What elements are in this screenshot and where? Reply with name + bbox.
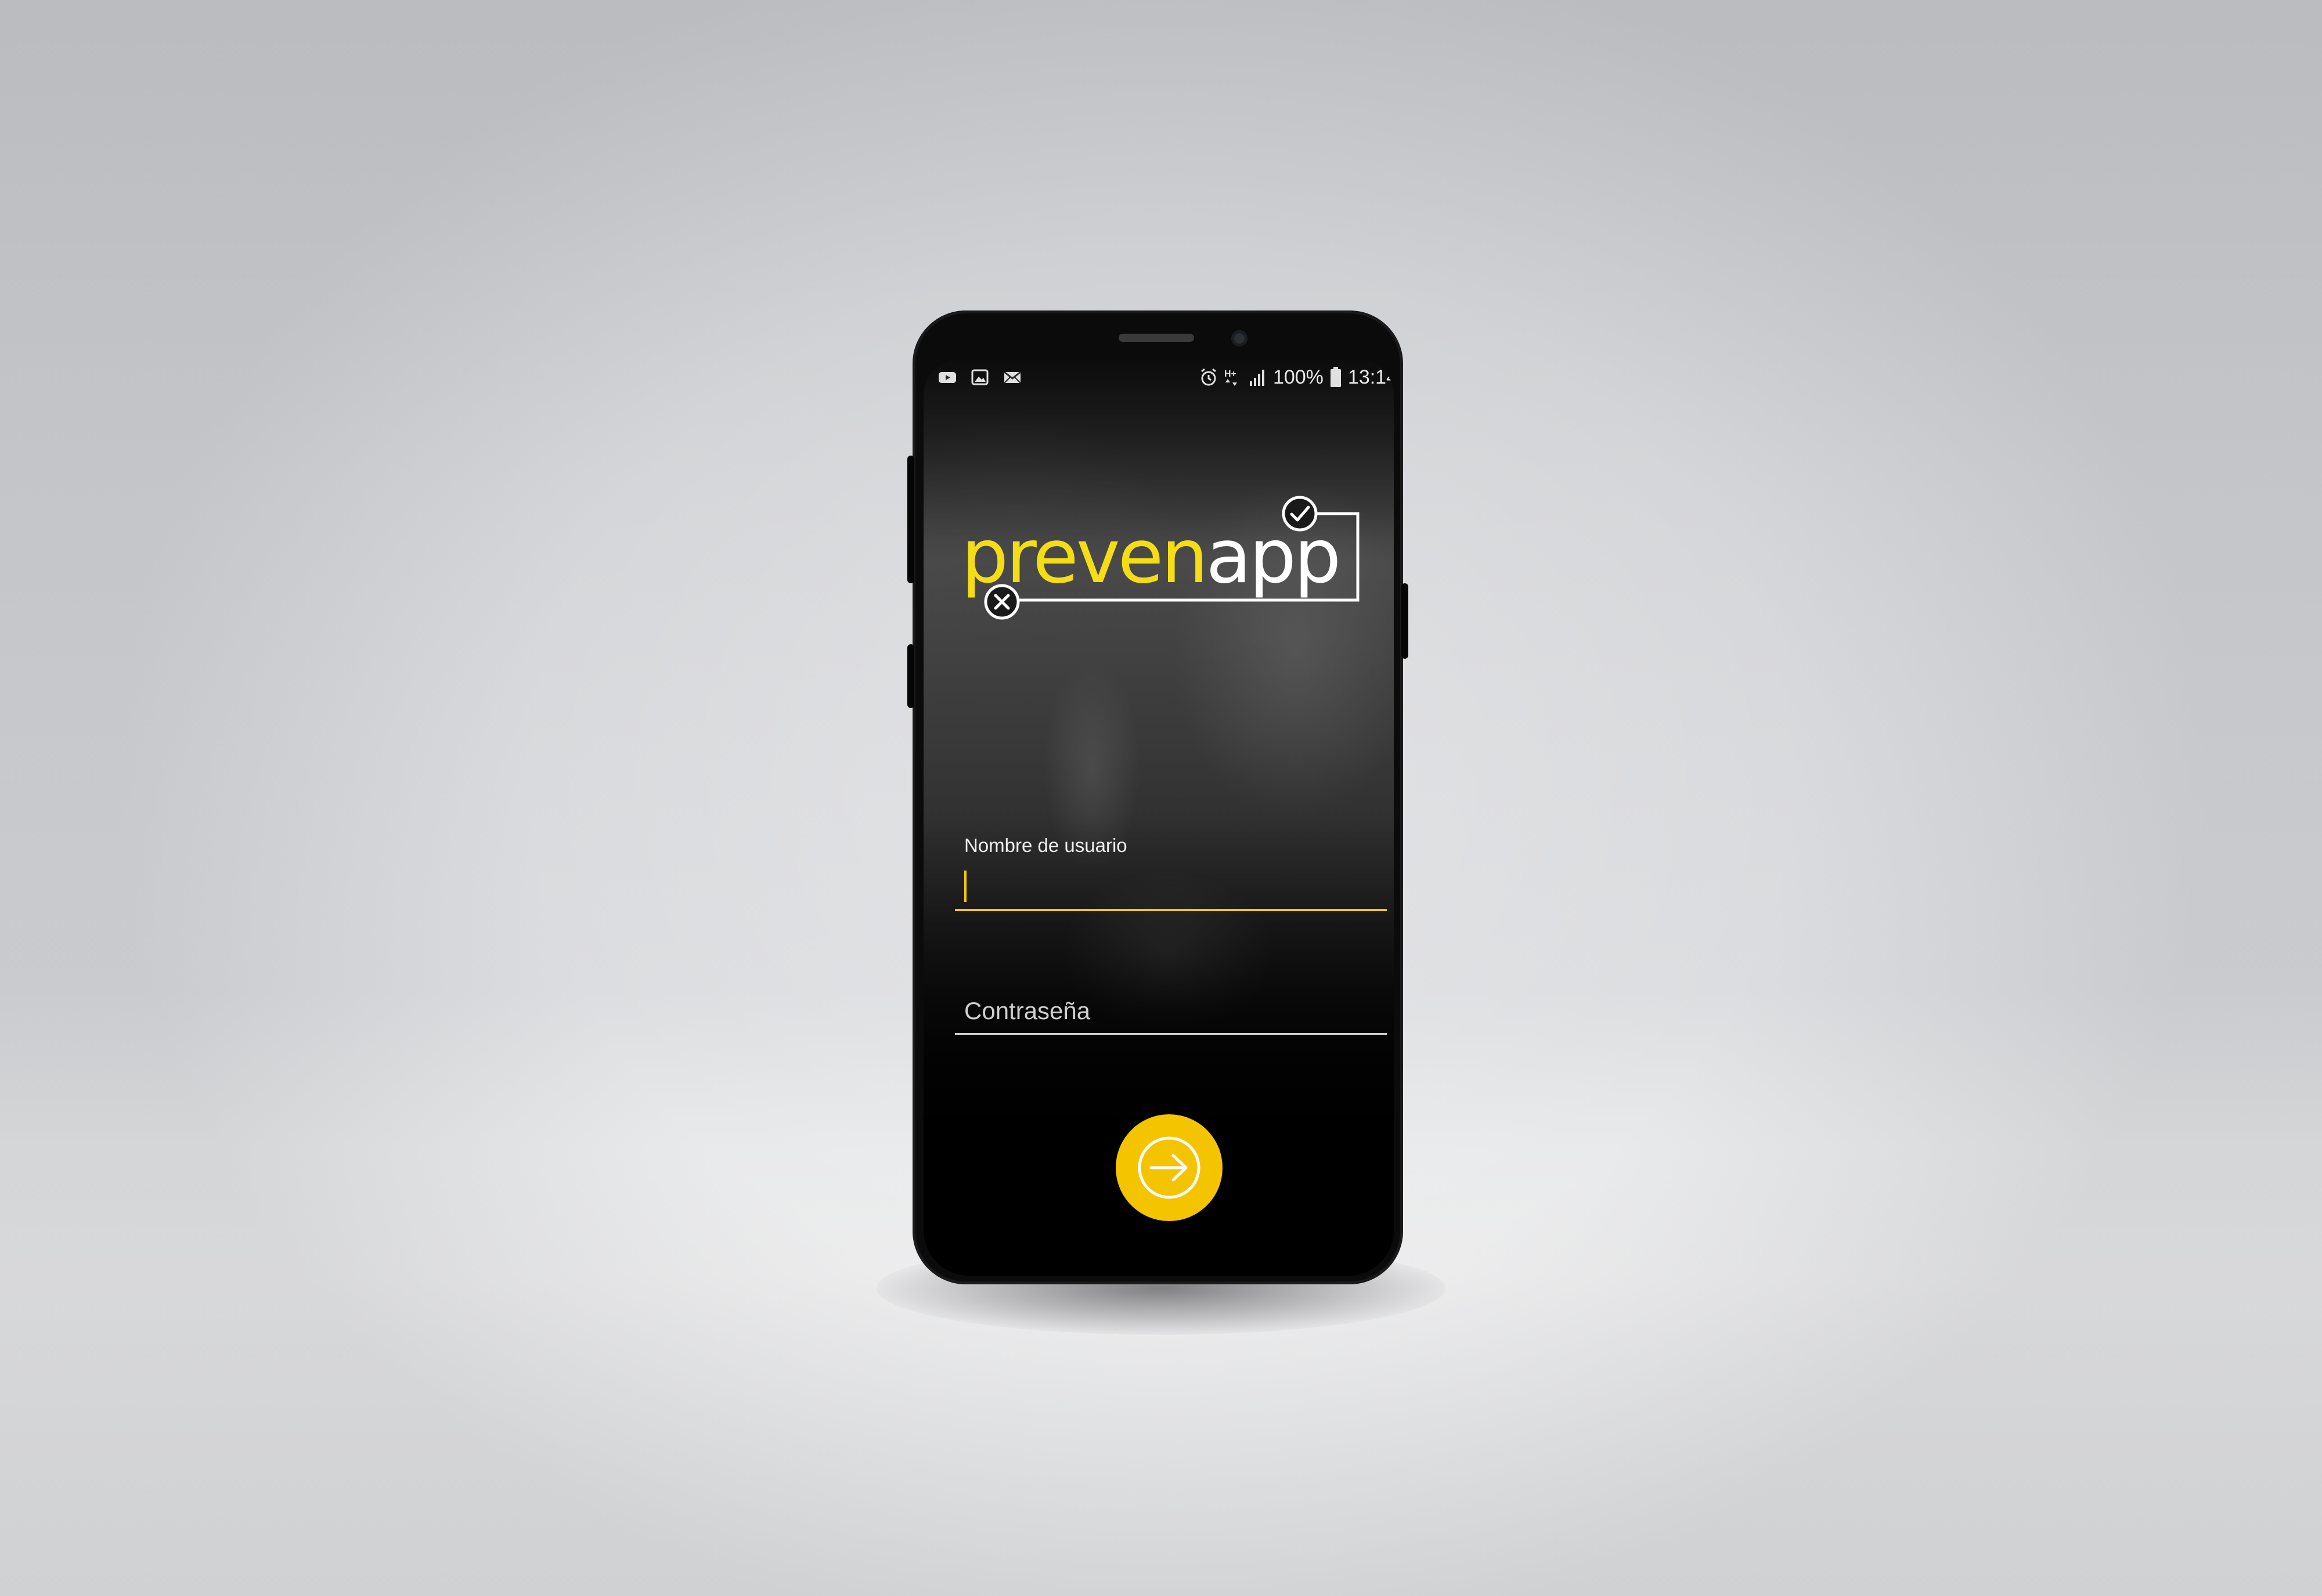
phone-screen: H+ 100% 13:14 prevenapp Nombre de usuari…	[924, 360, 1394, 1276]
arrow-right-circle-icon	[1138, 1136, 1200, 1199]
notification-icons	[938, 367, 1022, 388]
h-plus-network-icon: H+	[1224, 369, 1237, 386]
signal-icon	[1249, 370, 1264, 386]
x-circle-icon	[984, 584, 1020, 620]
mail-icon	[1004, 371, 1021, 384]
username-label: Nombre de usuario	[964, 835, 1127, 856]
status-bar: H+ 100% 13:14	[924, 360, 1394, 395]
username-field[interactable]	[955, 865, 1387, 911]
login-button[interactable]	[1116, 1114, 1223, 1221]
password-underline	[955, 1033, 1387, 1035]
username-underline	[955, 909, 1387, 911]
battery-icon	[1330, 367, 1341, 387]
bixby-button	[907, 644, 914, 708]
volume-button	[907, 456, 914, 583]
svg-text:H+: H+	[1224, 369, 1236, 379]
power-button	[1401, 583, 1408, 659]
check-circle-icon	[1282, 496, 1318, 532]
earpiece-speaker	[1119, 334, 1194, 342]
phone-device: H+ 100% 13:14 prevenapp Nombre de usuari…	[907, 310, 1408, 1284]
youtube-icon	[939, 372, 956, 383]
prevenapp-logo: prevenapp	[961, 490, 1368, 635]
clock: 13:14	[1347, 366, 1394, 388]
gallery-icon	[971, 369, 989, 385]
alarm-icon	[1201, 368, 1216, 386]
battery-percent: 100%	[1272, 366, 1324, 388]
front-camera	[1231, 330, 1247, 346]
text-cursor	[964, 871, 967, 902]
system-status: H+ 100% 13:14	[1199, 366, 1394, 389]
password-field[interactable]	[964, 994, 1382, 1028]
